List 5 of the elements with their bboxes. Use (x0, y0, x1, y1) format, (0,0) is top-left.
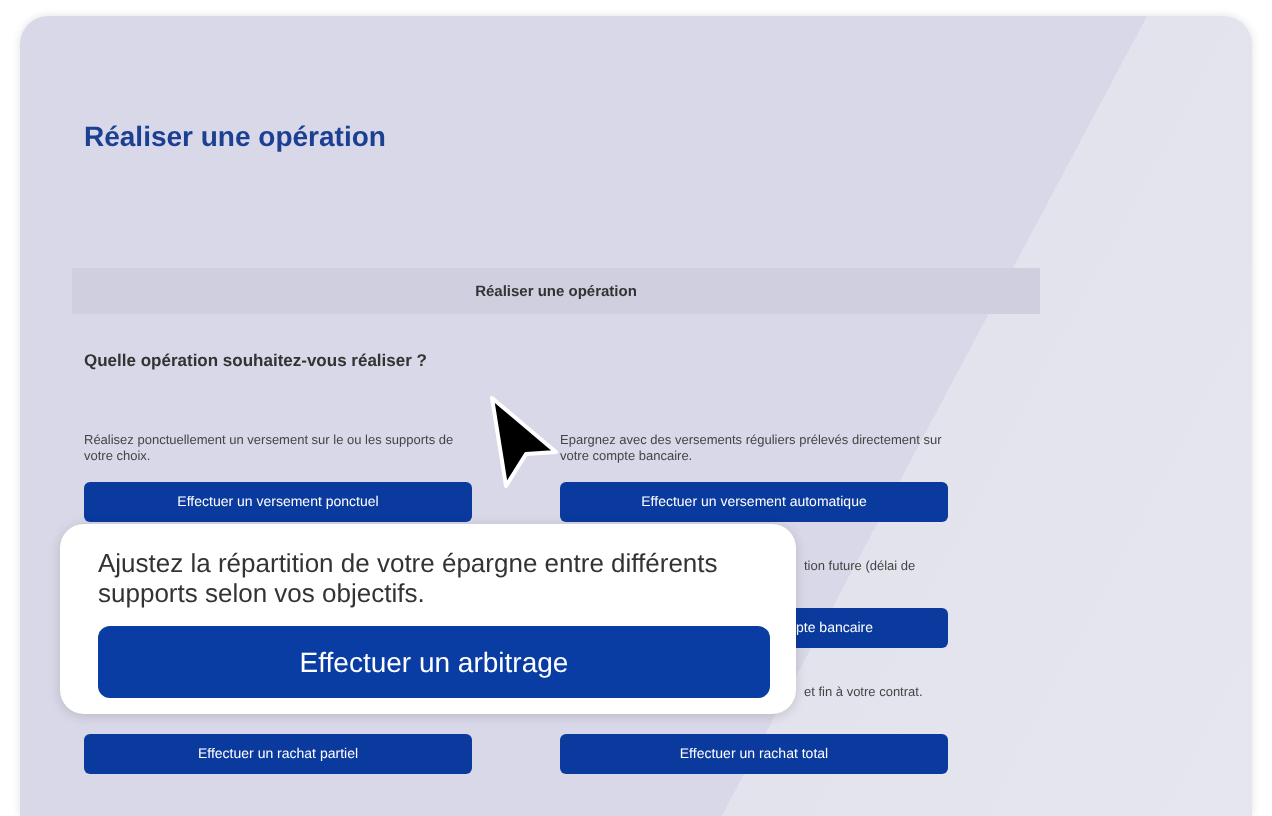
cursor-arrow-icon (484, 392, 564, 492)
arbitrage-button[interactable]: Effectuer un arbitrage (98, 626, 770, 698)
page-title: Réaliser une opération (84, 120, 388, 152)
question-heading: Quelle opération souhaitez-vous réaliser ? (84, 350, 429, 370)
callout-text: Ajustez la répartition de votre épargne entre différents supports selon vos objectifs. (98, 548, 720, 608)
